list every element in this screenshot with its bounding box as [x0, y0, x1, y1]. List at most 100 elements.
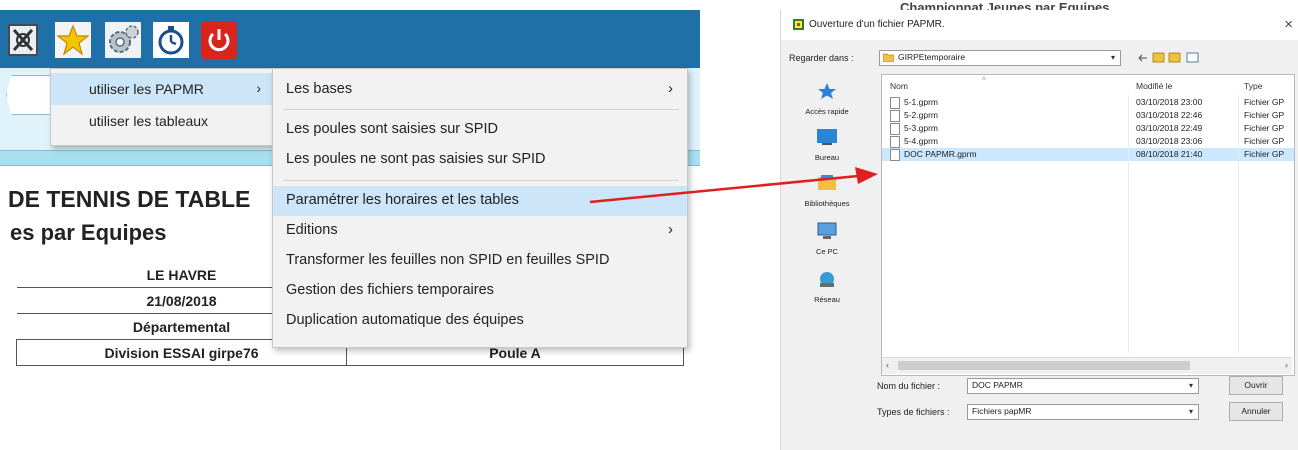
places-bar: Accès rapide Bureau Bibliothèques Ce PC …	[781, 74, 873, 364]
file-modified: 08/10/2018 21:40	[1136, 149, 1203, 159]
app-icon	[793, 19, 804, 30]
menu-item-label: Paramétrer les horaires et les tables	[286, 192, 519, 208]
file-modified: 03/10/2018 22:46	[1136, 110, 1203, 120]
look-in-select[interactable]: GIRPEtemporaire ▾	[879, 50, 1121, 66]
menu-item-label: utiliser les tableaux	[89, 113, 209, 129]
open-button[interactable]: Ouvrir	[1229, 376, 1283, 395]
place-acces-rapide[interactable]: Accès rapide	[787, 82, 867, 116]
scroll-left-icon[interactable]: ‹	[886, 360, 889, 370]
document-title: DE TENNIS DE TABLE	[8, 186, 251, 212]
menu-item-gestion-fichiers[interactable]: Gestion des fichiers temporaires	[273, 276, 687, 306]
filetype-select[interactable]: Fichiers papMR ▾	[967, 404, 1199, 420]
stopwatch-icon[interactable]	[152, 20, 190, 60]
folder-nav-toolbar	[1137, 50, 1207, 66]
chevron-right-icon: ›	[256, 80, 261, 96]
place-reseau[interactable]: Réseau	[787, 270, 867, 304]
file-name: DOC PAPMR.gprm	[904, 149, 977, 159]
open-file-dialog: Ouverture d'un fichier PAPMR. × Regarder…	[780, 10, 1298, 450]
menu-item-label: utiliser les PAPMR	[89, 81, 204, 97]
place-bibliotheques[interactable]: Bibliothèques	[787, 174, 867, 208]
close-icon[interactable]: ×	[1284, 16, 1293, 33]
menu-item-label: Les poules sont saisies sur SPID	[286, 121, 498, 137]
file-icon	[890, 136, 900, 148]
chevron-down-icon: ▾	[1188, 407, 1193, 416]
file-name: 5-2.gprm	[904, 110, 939, 120]
app-toolbar	[0, 10, 700, 68]
star-icon[interactable]	[54, 20, 92, 60]
dialog-titlebar: Ouverture d'un fichier PAPMR. ×	[781, 10, 1298, 40]
star-icon	[818, 83, 836, 99]
scrollbar-thumb[interactable]	[898, 361, 1190, 370]
file-modified: 03/10/2018 23:06	[1136, 136, 1203, 146]
chevron-down-icon: ▾	[1188, 381, 1193, 390]
file-modified: 03/10/2018 22:49	[1136, 123, 1203, 133]
file-row[interactable]: 5-3.gprm 03/10/2018 22:49 Fichier GP	[882, 122, 1294, 135]
up-folder-icon[interactable]	[1152, 52, 1165, 63]
column-header-nom[interactable]: Nom	[890, 81, 908, 91]
file-list: Nom ^ Modifié le Type 5-1.gprm 03/10/201…	[881, 74, 1295, 376]
column-divider	[1238, 95, 1239, 353]
desktop-icon	[817, 129, 837, 145]
file-row[interactable]: 5-1.gprm 03/10/2018 23:00 Fichier GP	[882, 96, 1294, 109]
network-icon	[820, 272, 834, 287]
sort-up-icon: ^	[982, 76, 986, 85]
filename-value: DOC PAPMR	[972, 380, 1023, 390]
submenu: Les bases › Les poules sont saisies sur …	[272, 68, 688, 348]
view-menu-icon[interactable]	[1186, 52, 1199, 63]
back-icon[interactable]	[1138, 54, 1147, 62]
file-type: Fichier GP	[1244, 136, 1285, 146]
file-name: 5-1.gprm	[904, 97, 939, 107]
file-row[interactable]: 5-4.gprm 03/10/2018 23:06 Fichier GP	[882, 135, 1294, 148]
menu-item-poules-non-saisies[interactable]: Les poules ne sont pas saisies sur SPID	[273, 145, 687, 175]
file-icon	[890, 97, 900, 109]
file-type: Fichier GP	[1244, 123, 1285, 133]
file-icon	[890, 110, 900, 122]
menu-item-parametrer-horaires[interactable]: Paramétrer les horaires et les tables	[273, 186, 687, 216]
place-ce-pc[interactable]: Ce PC	[787, 222, 867, 256]
menu-item-poules-saisies[interactable]: Les poules sont saisies sur SPID	[273, 115, 687, 145]
horizontal-scrollbar[interactable]: ‹ ›	[882, 357, 1292, 374]
menu-item-utiliser-papmr[interactable]: utiliser les PAPMR ›	[51, 73, 273, 105]
menu-item-label: Les bases	[286, 81, 353, 97]
file-modified: 03/10/2018 23:00	[1136, 97, 1203, 107]
ribbon-tab[interactable]	[6, 75, 52, 115]
file-row-selected[interactable]: DOC PAPMR.gprm 08/10/2018 21:40 Fichier …	[882, 148, 1294, 161]
menu-item-transformer-feuilles[interactable]: Transformer les feuilles non SPID en feu…	[273, 246, 687, 276]
file-name: 5-3.gprm	[904, 123, 939, 133]
place-label: Bureau	[814, 153, 840, 162]
file-type: Fichier GP	[1244, 97, 1285, 107]
file-row[interactable]: 5-2.gprm 03/10/2018 22:46 Fichier GP	[882, 109, 1294, 122]
place-label: Ce PC	[815, 247, 839, 256]
power-icon[interactable]	[200, 20, 238, 60]
filename-label: Nom du fichier :	[877, 381, 941, 391]
close-x-icon[interactable]	[4, 20, 42, 60]
file-icon	[890, 123, 900, 135]
scroll-right-icon[interactable]: ›	[1285, 360, 1288, 370]
menu-item-les-bases[interactable]: Les bases ›	[273, 75, 687, 105]
menu-item-utiliser-tableaux[interactable]: utiliser les tableaux	[51, 105, 273, 137]
look-in-label: Regarder dans :	[789, 53, 854, 63]
cancel-button[interactable]: Annuler	[1229, 402, 1283, 421]
place-bureau[interactable]: Bureau	[787, 128, 867, 162]
menu-item-label: Transformer les feuilles non SPID en feu…	[286, 252, 610, 268]
file-type: Fichier GP	[1244, 149, 1285, 159]
menu-item-duplication[interactable]: Duplication automatique des équipes	[273, 306, 687, 336]
menu-item-editions[interactable]: Editions ›	[273, 216, 687, 246]
computer-icon	[817, 222, 837, 239]
menu-item-label: Duplication automatique des équipes	[286, 312, 524, 328]
place-label: Accès rapide	[805, 107, 849, 116]
menu-separator	[283, 180, 679, 181]
filename-input[interactable]: DOC PAPMR ▾	[967, 378, 1199, 394]
column-header-type[interactable]: Type	[1244, 81, 1262, 91]
gear-icon[interactable]	[104, 20, 142, 60]
place-label: Réseau	[814, 295, 840, 304]
file-name: 5-4.gprm	[904, 136, 939, 146]
dialog-title: Ouverture d'un fichier PAPMR.	[809, 19, 945, 30]
context-menu: utiliser les PAPMR › utiliser les tablea…	[50, 68, 274, 146]
chevron-down-icon: ▾	[1110, 53, 1115, 62]
document-subtitle: es par Equipes	[10, 220, 167, 245]
column-header-modified[interactable]: Modifié le	[1136, 81, 1172, 91]
file-type: Fichier GP	[1244, 110, 1285, 120]
filetype-value: Fichiers papMR	[972, 406, 1032, 416]
new-folder-icon[interactable]	[1168, 52, 1181, 63]
